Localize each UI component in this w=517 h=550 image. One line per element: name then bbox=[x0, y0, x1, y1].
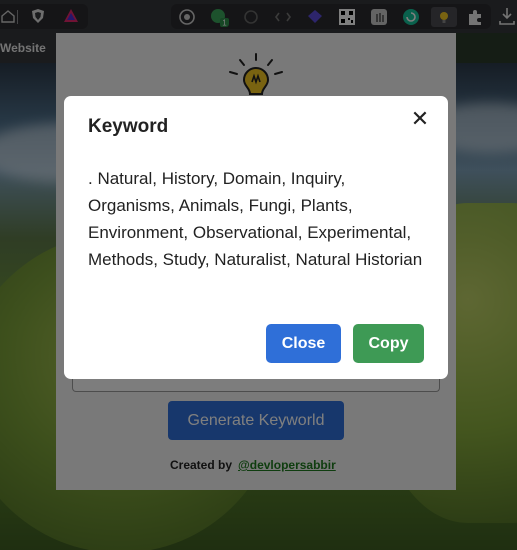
close-icon[interactable]: ✕ bbox=[410, 109, 430, 131]
keyword-dialog: Keyword ✕ . Natural, History, Domain, In… bbox=[64, 96, 448, 379]
keyword-result-text: . Natural, History, Domain, Inquiry, Org… bbox=[88, 169, 423, 269]
dialog-title: Keyword bbox=[88, 116, 169, 137]
copy-button[interactable]: Copy bbox=[353, 324, 424, 363]
close-button[interactable]: Close bbox=[266, 324, 341, 363]
